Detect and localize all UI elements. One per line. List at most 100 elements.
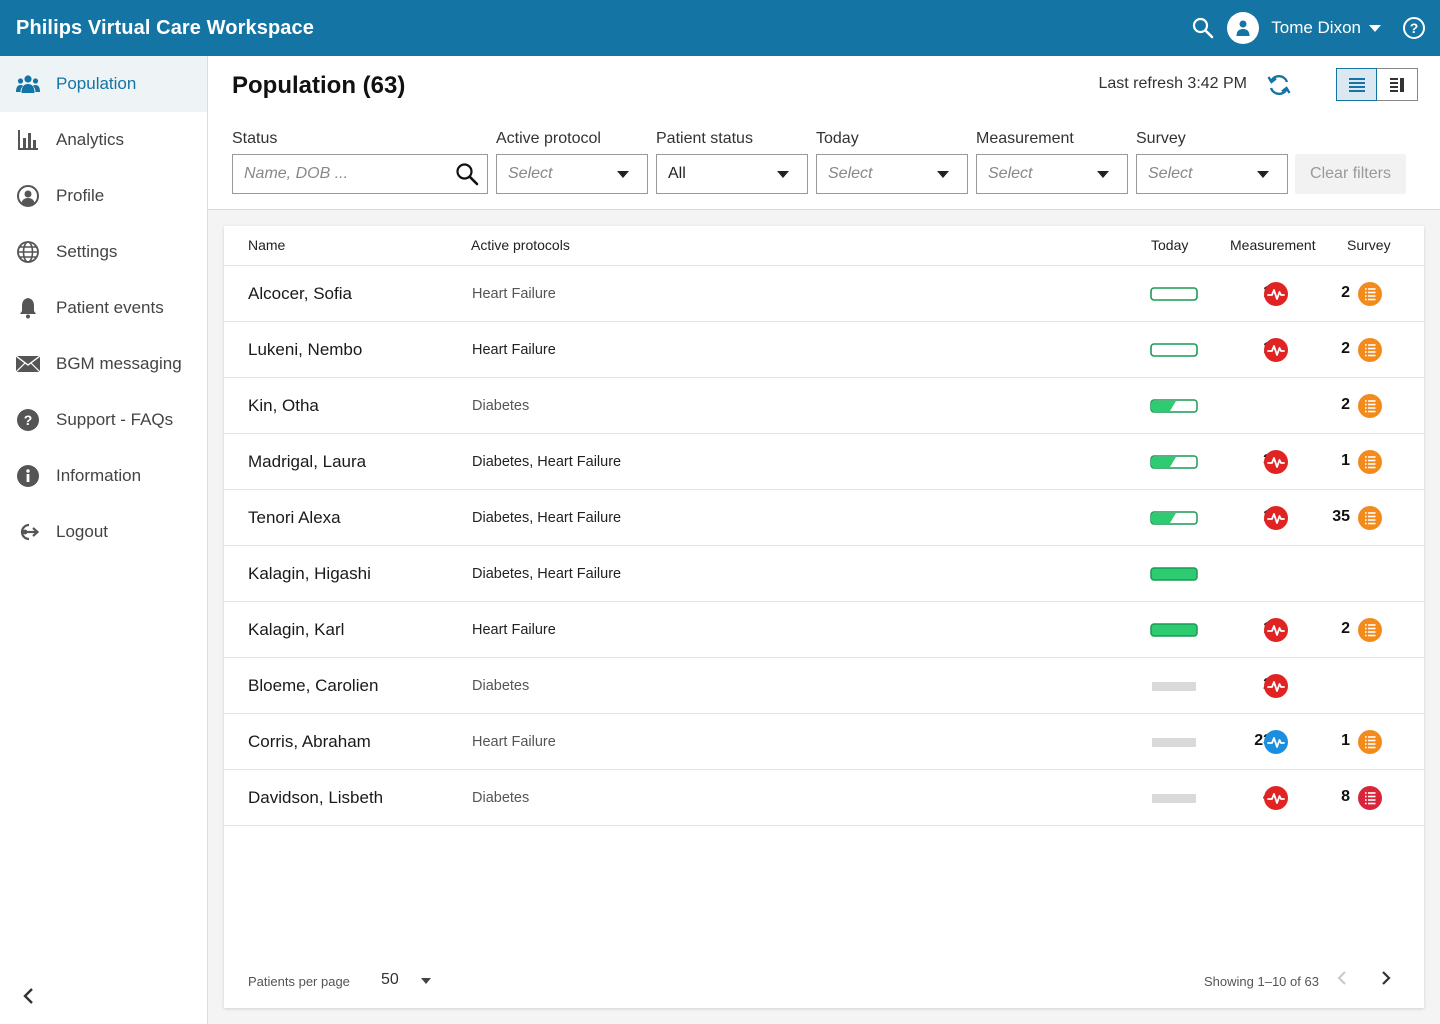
collapse-sidebar-icon[interactable] [18,986,38,1006]
status-filter-label: Status [232,130,278,147]
patient-name[interactable]: Lukeni, Nembo [248,340,362,360]
status-search-input[interactable]: Name, DOB ... [232,154,488,194]
sidebar-item-support-faqs[interactable]: ? Support - FAQs [0,392,207,448]
sidebar-item-information[interactable]: Information [0,448,207,504]
today-select[interactable]: Select [816,154,968,194]
survey-list-icon[interactable] [1358,730,1382,754]
patient-name[interactable]: Tenori Alexa [248,508,341,528]
search-icon[interactable] [1189,14,1217,42]
user-icon [1236,20,1250,36]
top-bar: Philips Virtual Care Workspace Tome Dixo… [0,0,1440,56]
survey-list-icon[interactable] [1358,282,1382,306]
people-icon [16,72,40,96]
heartbeat-icon[interactable] [1264,674,1288,698]
table-row[interactable]: Davidson, LisbethDiabetes48 [224,770,1424,826]
heartbeat-icon[interactable] [1264,786,1288,810]
logout-icon [16,520,40,544]
table-row[interactable]: Kalagin, Higashi Diabetes, Heart Failure [224,546,1424,602]
patient-name[interactable]: Kalagin, Higashi [248,564,371,584]
heartbeat-icon[interactable] [1264,282,1288,306]
chevron-down-icon [1257,171,1269,178]
column-header-measurement[interactable]: Measurement [1230,237,1316,253]
survey-list-icon[interactable] [1358,450,1382,474]
table-row[interactable]: Tenori AlexaDiabetes, Heart Failure135 [224,490,1424,546]
table-row[interactable]: Kin, Otha Diabetes 2 [224,378,1424,434]
table-row[interactable]: Corris, Abraham Heart Failure 23 1 [224,714,1424,770]
sidebar-item-label: BGM messaging [56,354,182,373]
column-header-survey[interactable]: Survey [1347,237,1391,253]
patient-name[interactable]: Kalagin, Karl [248,620,344,640]
select-placeholder: Select [508,165,553,182]
survey-count: 1 [1341,452,1350,469]
heartbeat-icon[interactable] [1264,506,1288,530]
table-row[interactable]: Madrigal, LauraDiabetes, Heart Failure31 [224,434,1424,490]
chevron-down-icon [937,171,949,178]
avatar[interactable] [1227,12,1260,44]
sidebar-item-patient-events[interactable]: Patient events [0,280,207,336]
user-menu-caret-icon[interactable] [1369,24,1381,32]
sidebar-item-settings[interactable]: Settings [0,224,207,280]
active-protocols: Diabetes [472,398,530,414]
column-header-name[interactable]: Name [248,237,285,253]
patient-name[interactable]: Bloeme, Carolien [248,676,378,696]
per-page-select[interactable]: 50 [381,971,399,989]
survey-list-icon[interactable] [1358,338,1382,362]
survey-list-icon[interactable] [1358,506,1382,530]
survey-list-icon[interactable] [1358,786,1382,810]
help-icon[interactable]: ? [1403,17,1425,39]
patient-name[interactable]: Kin, Otha [248,396,319,416]
user-name[interactable]: Tome Dixon [1271,18,1361,38]
sidebar-item-population[interactable]: Population [0,56,207,112]
sidebar-item-bgm-messaging[interactable]: BGM messaging [0,336,207,392]
heartbeat-icon[interactable] [1264,338,1288,362]
view-toggle [1336,68,1418,101]
survey-count: 2 [1341,396,1350,413]
table-row[interactable]: Lukeni, NemboHeart Failure12 [224,322,1424,378]
top-right-controls: Tome Dixon ? [1189,0,1440,56]
sidebar-item-analytics[interactable]: Analytics [0,112,207,168]
sidebar-item-label: Population [56,74,137,93]
info-icon [16,464,40,488]
search-icon[interactable] [455,162,479,191]
heartbeat-icon[interactable] [1264,618,1288,642]
patient-name[interactable]: Alcocer, Sofia [248,284,352,304]
table-row[interactable]: Bloeme, CarolienDiabetes2 [224,658,1424,714]
survey-list-icon[interactable] [1358,394,1382,418]
table-row[interactable]: Kalagin, KarlHeart Failure12 [224,602,1424,658]
previous-page-icon[interactable] [1336,970,1348,991]
envelope-icon [16,352,40,376]
active-protocol-select[interactable]: Select [496,154,648,194]
table-row[interactable]: Alcocer, SofiaHeart Failure12 [224,266,1424,322]
list-view-button[interactable] [1336,68,1377,101]
heartbeat-icon[interactable] [1264,730,1288,754]
patient-name[interactable]: Madrigal, Laura [248,452,366,472]
clear-filters-button[interactable]: Clear filters [1295,154,1406,194]
globe-icon [16,240,40,264]
sidebar-item-label: Patient events [56,298,164,317]
survey-count: 35 [1332,508,1350,525]
next-page-icon[interactable] [1380,970,1392,991]
column-header-protocols[interactable]: Active protocols [471,237,570,253]
column-header-today[interactable]: Today [1151,237,1188,253]
refresh-icon[interactable] [1266,72,1292,98]
sidebar-item-label: Support - FAQs [56,410,174,429]
sidebar-item-logout[interactable]: Logout [0,504,207,560]
page-title: Population (63) [232,72,406,99]
chevron-down-icon[interactable] [421,978,431,984]
survey-select[interactable]: Select [1136,154,1288,194]
survey-count: 1 [1341,732,1350,749]
detail-view-button[interactable] [1377,68,1418,101]
heartbeat-icon[interactable] [1264,450,1288,474]
sidebar-item-profile[interactable]: Profile [0,168,207,224]
patient-table-card: Name Active protocols Today Measurement … [224,226,1424,1008]
measurement-select[interactable]: Select [976,154,1128,194]
patient-name[interactable]: Davidson, Lisbeth [248,788,383,808]
patient-status-select[interactable]: All [656,154,808,194]
active-protocols: Diabetes [472,678,530,694]
table-body: Alcocer, Sofia Heart Failure 1 2 Lukeni, Nem… [224,266,1424,826]
survey-count: 2 [1341,340,1350,357]
patient-name[interactable]: Corris, Abraham [248,732,371,752]
app-title: Philips Virtual Care Workspace [16,16,314,39]
showing-range: Showing 1–10 of 63 [1204,974,1319,989]
survey-list-icon[interactable] [1358,618,1382,642]
